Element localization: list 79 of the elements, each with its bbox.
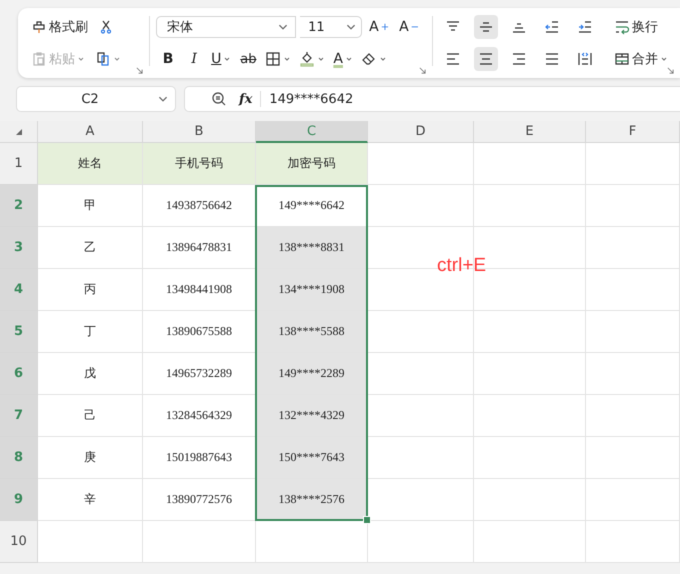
font-size-dropdown[interactable]: 11 [300,16,362,38]
caret-icon [77,55,85,63]
table-cell: 13284564329 [143,395,256,437]
table-cell: 138****5588 [256,311,368,353]
caret-icon [660,55,668,63]
row-header[interactable]: 1 [0,143,38,185]
table-cell: 丙 [38,269,143,311]
table-cell: 149****2289 [256,353,368,395]
caret-icon [223,55,232,63]
annotation-text: ctrl+E [437,255,486,277]
column-header[interactable]: E [474,121,586,143]
table-cell: 己 [38,395,143,437]
bold-button[interactable]: B [156,47,180,71]
table-cell: 乙 [38,227,143,269]
expand-icon[interactable] [136,67,144,74]
table-cell: 戊 [38,353,143,395]
table-cell: 14938756642 [143,185,256,227]
column-header[interactable]: A [38,121,143,143]
row-header[interactable]: 10 [0,521,38,563]
name-box[interactable]: C2 [16,86,176,112]
table-cell: 姓名 [38,143,143,185]
triangle-icon [14,128,22,136]
caret-icon [283,55,292,63]
table-cell: 13896478831 [143,227,256,269]
borders-icon [265,51,282,67]
clear-icon [360,51,377,67]
merge-icon [614,51,630,67]
align-middle-button[interactable] [474,15,498,39]
function-button[interactable]: fx [239,92,252,106]
fill-handle[interactable] [363,516,371,524]
strikethrough-button[interactable]: ab [236,47,260,71]
align-left-icon [444,51,461,67]
table-cell: 138****8831 [256,227,368,269]
caret-icon [344,55,353,63]
italic-button[interactable]: I [182,47,206,71]
underline-button[interactable]: U [208,47,234,71]
justify-icon [544,51,560,67]
table-cell: 132****4329 [256,395,368,437]
fill-color-icon [299,51,316,67]
column-header[interactable]: B [143,121,256,143]
formula-input[interactable]: 149****6642 [269,92,354,106]
table-cell: 13890772576 [143,479,256,521]
indent-increase-icon [576,19,593,35]
table-cell: 14965732289 [143,353,256,395]
table-cell: 辛 [38,479,143,521]
font-color-button[interactable]: A [330,47,356,71]
table-cell: 13498441908 [143,269,256,311]
column-header[interactable]: F [586,121,680,143]
font-name-dropdown[interactable]: 宋体 [156,16,296,38]
wrap-icon [614,19,630,35]
align-center-icon [478,51,494,67]
table-cell: 150****7643 [256,437,368,479]
table-cell: 加密号码 [256,143,368,185]
copy-icon [95,51,111,67]
zoom-out-icon[interactable] [211,91,227,107]
merge-button[interactable]: 合并 [612,47,670,71]
table-cell: 手机号码 [143,143,256,185]
table-cell: 134****1908 [256,269,368,311]
paste-icon [31,51,47,67]
table-cell: 138****2576 [256,479,368,521]
table-cell: 13890675588 [143,311,256,353]
caret-icon [113,55,121,63]
caret-icon [378,55,387,63]
distribute-icon [576,51,593,67]
table-cell: 甲 [38,185,143,227]
align-center-button[interactable] [474,47,498,71]
align-right-icon [510,51,527,67]
cut-icon [98,19,114,35]
expand-icon[interactable] [419,67,426,74]
wrap-button[interactable]: 换行 [612,15,660,39]
table-cell: 庚 [38,437,143,479]
caret-icon [317,55,326,63]
format-painter-button[interactable]: 格式刷 [28,15,91,39]
column-header[interactable]: D [368,121,474,143]
expand-icon[interactable] [666,67,674,74]
table-cell: 15019887643 [143,437,256,479]
format-painter-icon [31,19,47,35]
table-cell: 丁 [38,311,143,353]
indent-decrease-icon [544,19,560,35]
